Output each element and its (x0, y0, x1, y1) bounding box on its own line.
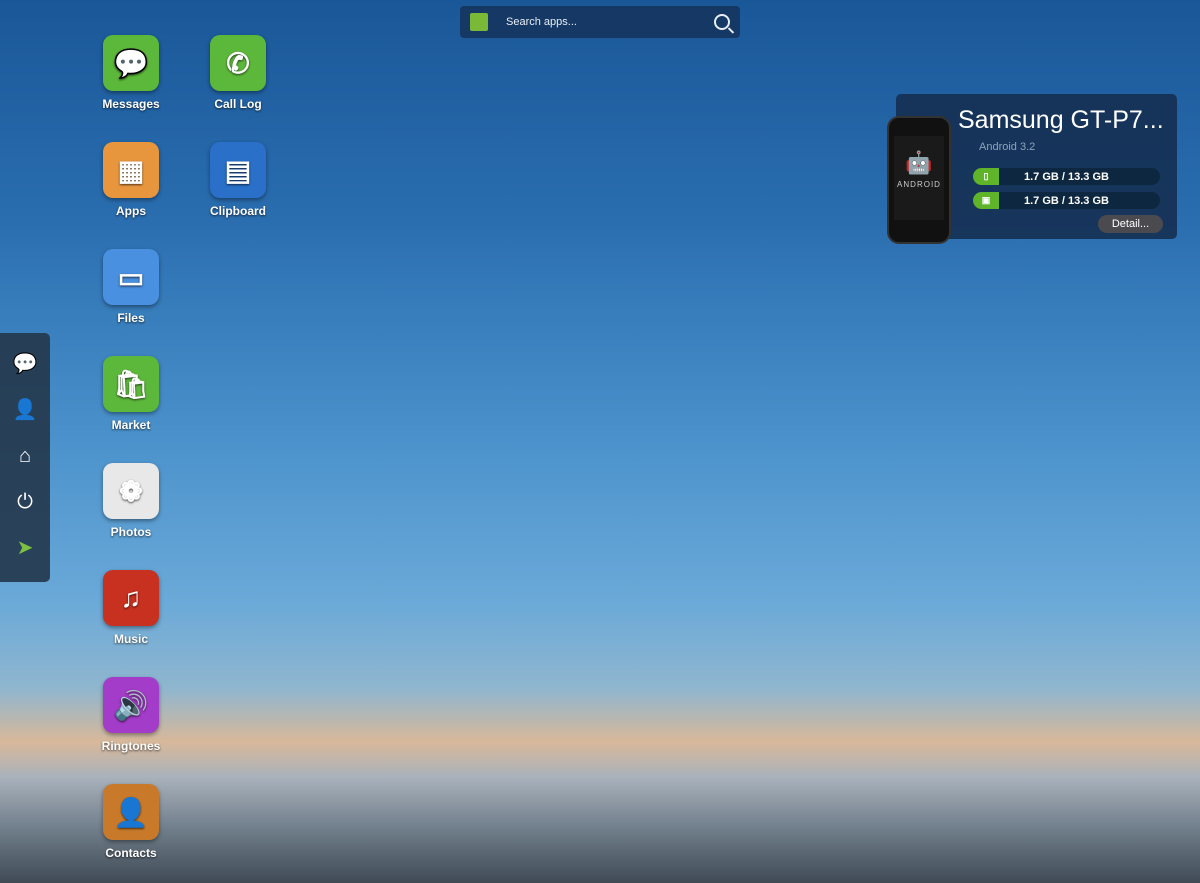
app-label: Messages (102, 97, 160, 111)
contacts-icon: 👤 (103, 784, 159, 840)
search-icon[interactable] (714, 14, 730, 30)
home-icon[interactable]: ⌂ (19, 443, 31, 469)
detail-button[interactable]: Detail... (1098, 215, 1163, 233)
airdroid-logo-icon[interactable]: ➤ (17, 535, 34, 561)
app-clipboard[interactable]: ▤ Clipboard (193, 142, 283, 218)
ringtones-icon: 🔊 (103, 677, 159, 733)
new-message-icon[interactable]: 💬 (13, 351, 38, 377)
phone-image: 🤖 ANDROID (887, 116, 951, 244)
device-os: Android 3.2 (979, 141, 1036, 153)
add-contact-icon[interactable]: 👤 (13, 397, 38, 423)
app-files[interactable]: ▭ Files (86, 249, 176, 325)
photos-icon: ❁ (103, 463, 159, 519)
app-apps[interactable]: ▦ Apps (86, 142, 176, 218)
app-label: Contacts (105, 846, 157, 860)
apps-icon: ▦ (103, 142, 159, 198)
app-label: Music (113, 632, 148, 646)
app-messages[interactable]: 💬 Messages (86, 35, 176, 111)
app-market[interactable]: 🛍 Market (86, 356, 176, 432)
call-log-icon: ✆ (210, 35, 266, 91)
files-icon: ▭ (103, 249, 159, 305)
sd-storage-bar: ▣ 1.7 GB / 13.3 GB (973, 192, 1160, 209)
device-name: Samsung GT-P7... (958, 106, 1164, 134)
app-label: Photos (110, 525, 152, 539)
search-bar (460, 6, 740, 38)
app-label: Apps (116, 204, 146, 218)
sd-card-icon: ▣ (973, 192, 999, 209)
app-label: Market (111, 418, 151, 432)
app-label: Files (117, 311, 145, 325)
phone-storage-icon: ▯ (973, 168, 999, 185)
app-contacts[interactable]: 👤 Contacts (86, 784, 176, 860)
app-music[interactable]: ♫ Music (86, 570, 176, 646)
app-call-log[interactable]: ✆ Call Log (193, 35, 283, 111)
market-bag-icon (470, 13, 488, 31)
music-icon: ♫ (103, 570, 159, 626)
search-input[interactable] (506, 16, 714, 28)
app-ringtones[interactable]: 🔊 Ringtones (86, 677, 176, 753)
power-icon[interactable]: ⏻ (17, 489, 33, 515)
app-label: Call Log (214, 97, 262, 111)
clipboard-icon: ▤ (210, 142, 266, 198)
app-label: Clipboard (210, 204, 266, 218)
app-photos[interactable]: ❁ Photos (86, 463, 176, 539)
side-dock: 💬 👤 ⌂ ⏻ ➤ (0, 333, 50, 582)
app-label: Ringtones (101, 739, 161, 753)
messages-icon: 💬 (103, 35, 159, 91)
phone-storage-bar: ▯ 1.7 GB / 13.3 GB (973, 168, 1160, 185)
market-icon: 🛍 (103, 356, 159, 412)
